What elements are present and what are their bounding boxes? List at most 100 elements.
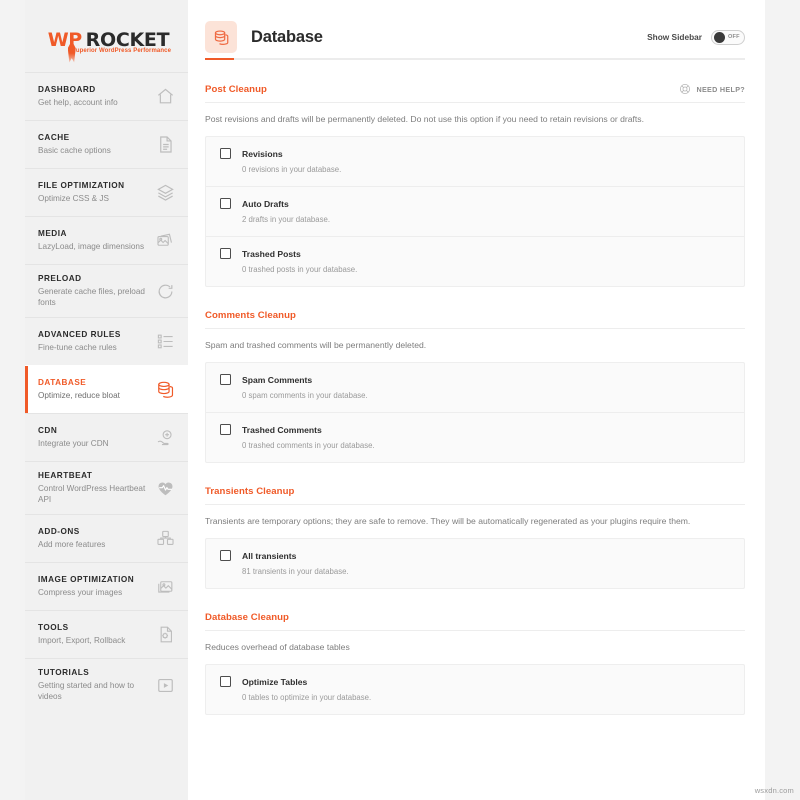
section-header: Database Cleanup <box>205 612 745 630</box>
sidebar-item-heartbeat[interactable]: HEARTBEAT Control WordPress Heartbeat API <box>25 461 188 514</box>
sidebar-item-subtitle: Generate cache files, preload fonts <box>38 287 145 308</box>
show-sidebar-label: Show Sidebar <box>647 32 702 42</box>
sidebar-item-add-ons[interactable]: ADD-ONS Add more features <box>25 514 188 562</box>
sidebar-item-subtitle: Optimize, reduce bloat <box>38 391 120 401</box>
sidebar-item-subtitle: Compress your images <box>38 588 123 598</box>
sidebar-item-title: FILE OPTIMIZATION <box>38 180 125 190</box>
sidebar-item-text: CDN Integrate your CDN <box>38 426 154 449</box>
video-icon <box>154 674 176 696</box>
sidebar-item-text: ADD-ONS Add more features <box>38 527 154 550</box>
home-icon <box>154 86 176 108</box>
sidebar-item-preload[interactable]: PRELOAD Generate cache files, preload fon… <box>25 264 188 317</box>
sidebar-item-title: DASHBOARD <box>38 84 96 94</box>
sidebar-item-tools[interactable]: TOOLS Import, Export, Rollback <box>25 610 188 658</box>
options-card: All transients 81 transients in your data… <box>205 538 745 590</box>
option-label[interactable]: All transients <box>242 551 296 561</box>
option-label[interactable]: Optimize Tables <box>242 677 307 687</box>
option-checkbox[interactable] <box>220 676 231 688</box>
sidebar-item-title: TOOLS <box>38 623 69 633</box>
option-top: Trashed Posts <box>220 248 730 260</box>
option-row: Auto Drafts 2 drafts in your database. <box>206 186 744 236</box>
option-count-text: 0 spam comments in your database. <box>242 391 368 401</box>
sidebar-item-subtitle: Import, Export, Rollback <box>38 636 126 646</box>
option-count-text: 2 drafts in your database. <box>242 215 330 225</box>
show-sidebar-control: Show Sidebar OFF <box>647 29 745 45</box>
page-header: Database Show Sidebar OFF <box>188 0 765 58</box>
option-checkbox[interactable] <box>220 550 231 562</box>
sidebar-item-text: TUTORIALS Getting started and how to vide… <box>38 668 154 702</box>
option-checkbox[interactable] <box>220 248 231 260</box>
section-header: Post Cleanup NEED HELP? <box>205 83 745 102</box>
sidebar-item-database[interactable]: DATABASE Optimize, reduce bloat <box>25 365 188 414</box>
sidebar-item-subtitle: Control WordPress Heartbeat API <box>38 484 146 505</box>
section-title: Database Cleanup <box>205 612 289 624</box>
sidebar-item-cdn[interactable]: CDN Integrate your CDN <box>25 413 188 461</box>
document-icon <box>154 134 176 156</box>
option-label[interactable]: Spam Comments <box>242 375 312 385</box>
option-checkbox[interactable] <box>220 198 231 210</box>
page-title: Database <box>251 27 323 46</box>
option-label[interactable]: Revisions <box>242 149 283 159</box>
sidebar-item-title: ADVANCED RULES <box>38 330 121 340</box>
sidebar-item-subtitle: Integrate your CDN <box>38 439 109 449</box>
refresh-icon <box>154 280 176 302</box>
need-help-link[interactable]: NEED HELP? <box>679 83 745 95</box>
section-description: Post revisions and drafts will be perman… <box>205 114 644 124</box>
sidebar-item-title: PRELOAD <box>38 274 82 283</box>
option-count-text: 0 revisions in your database. <box>242 165 342 175</box>
option-top: Revisions <box>220 148 730 160</box>
section-comments-cleanup: Comments Cleanup Spam and trashed comment… <box>205 287 745 464</box>
sidebar-item-text: IMAGE OPTIMIZATION Compress your images <box>38 575 154 598</box>
option-count-text: 81 transients in your database. <box>242 567 349 577</box>
options-card: Revisions 0 revisions in your database. Au… <box>205 136 745 288</box>
option-row: All transients 81 transients in your data… <box>206 539 744 588</box>
show-sidebar-toggle[interactable]: OFF <box>711 29 745 45</box>
sidebar-item-text: PRELOAD Generate cache files, preload fon… <box>38 274 154 308</box>
sidebar-item-text: DATABASE Optimize, reduce bloat <box>38 378 154 401</box>
option-count-text: 0 trashed comments in your database. <box>242 441 375 451</box>
option-row: Trashed Posts 0 trashed posts in your dat… <box>206 236 744 286</box>
sidebar-item-image-optimization[interactable]: IMAGE OPTIMIZATION Compress your images <box>25 562 188 610</box>
option-checkbox[interactable] <box>220 374 231 386</box>
sidebar-item-subtitle: Get help, account info <box>38 97 118 107</box>
sidebar-item-title: IMAGE OPTIMIZATION <box>38 575 135 585</box>
sidebar-item-subtitle: Getting started and how to videos <box>38 681 135 702</box>
section-title: Comments Cleanup <box>205 310 296 322</box>
sidebar-item-title: CACHE <box>38 132 70 142</box>
sidebar-item-cache[interactable]: CACHE Basic cache options <box>25 120 188 168</box>
photos-icon <box>154 230 176 252</box>
option-row: Optimize Tables 0 tables to optimize in y… <box>206 665 744 714</box>
sidebar-item-subtitle: Add more features <box>38 540 106 550</box>
sidebar-item-advanced-rules[interactable]: ADVANCED RULES Fine-tune cache rules <box>25 317 188 365</box>
option-label[interactable]: Trashed Posts <box>242 249 301 259</box>
watermark: wsxdn.com <box>754 786 794 795</box>
section-title: Post Cleanup <box>205 83 267 95</box>
sidebar-item-text: TOOLS Import, Export, Rollback <box>38 623 154 646</box>
option-top: All transients <box>220 550 730 562</box>
sidebar-item-text: DASHBOARD Get help, account info <box>38 85 154 108</box>
sidebar: WP ROCKET Superior WordPress Performance… <box>25 0 188 800</box>
sidebar-item-title: CDN <box>38 426 58 436</box>
sidebar-item-file-optimization[interactable]: FILE OPTIMIZATION Optimize CSS & JS <box>25 168 188 216</box>
database-icon <box>154 379 176 401</box>
section-header: Comments Cleanup <box>205 310 745 328</box>
sidebar-item-dashboard[interactable]: DASHBOARD Get help, account info <box>25 72 188 120</box>
sidebar-item-media[interactable]: MEDIA LazyLoad, image dimensions <box>25 216 188 264</box>
option-checkbox[interactable] <box>220 424 231 436</box>
option-row: Revisions 0 revisions in your database. <box>206 137 744 186</box>
option-label[interactable]: Trashed Comments <box>242 425 322 435</box>
option-top: Optimize Tables <box>220 676 730 688</box>
sidebar-item-tutorials[interactable]: TUTORIALS Getting started and how to vide… <box>25 658 188 711</box>
sidebar-item-subtitle: Basic cache options <box>38 145 111 155</box>
wp-rocket-logo: WP ROCKET Superior WordPress Performance <box>25 0 188 72</box>
option-label[interactable]: Auto Drafts <box>242 199 289 209</box>
sidebar-item-text: CACHE Basic cache options <box>38 133 154 156</box>
option-count-text: 0 trashed posts in your database. <box>242 265 358 275</box>
need-help-label: NEED HELP? <box>696 84 745 94</box>
settings-sections: Post Cleanup NEED HELP? Post revisions and… <box>188 60 765 716</box>
option-top: Trashed Comments <box>220 424 730 436</box>
section-post-cleanup: Post Cleanup NEED HELP? Post revisions and… <box>205 60 745 288</box>
option-checkbox[interactable] <box>220 148 231 160</box>
blocks-icon <box>154 528 176 550</box>
sidebar-item-subtitle: Fine-tune cache rules <box>38 343 117 353</box>
